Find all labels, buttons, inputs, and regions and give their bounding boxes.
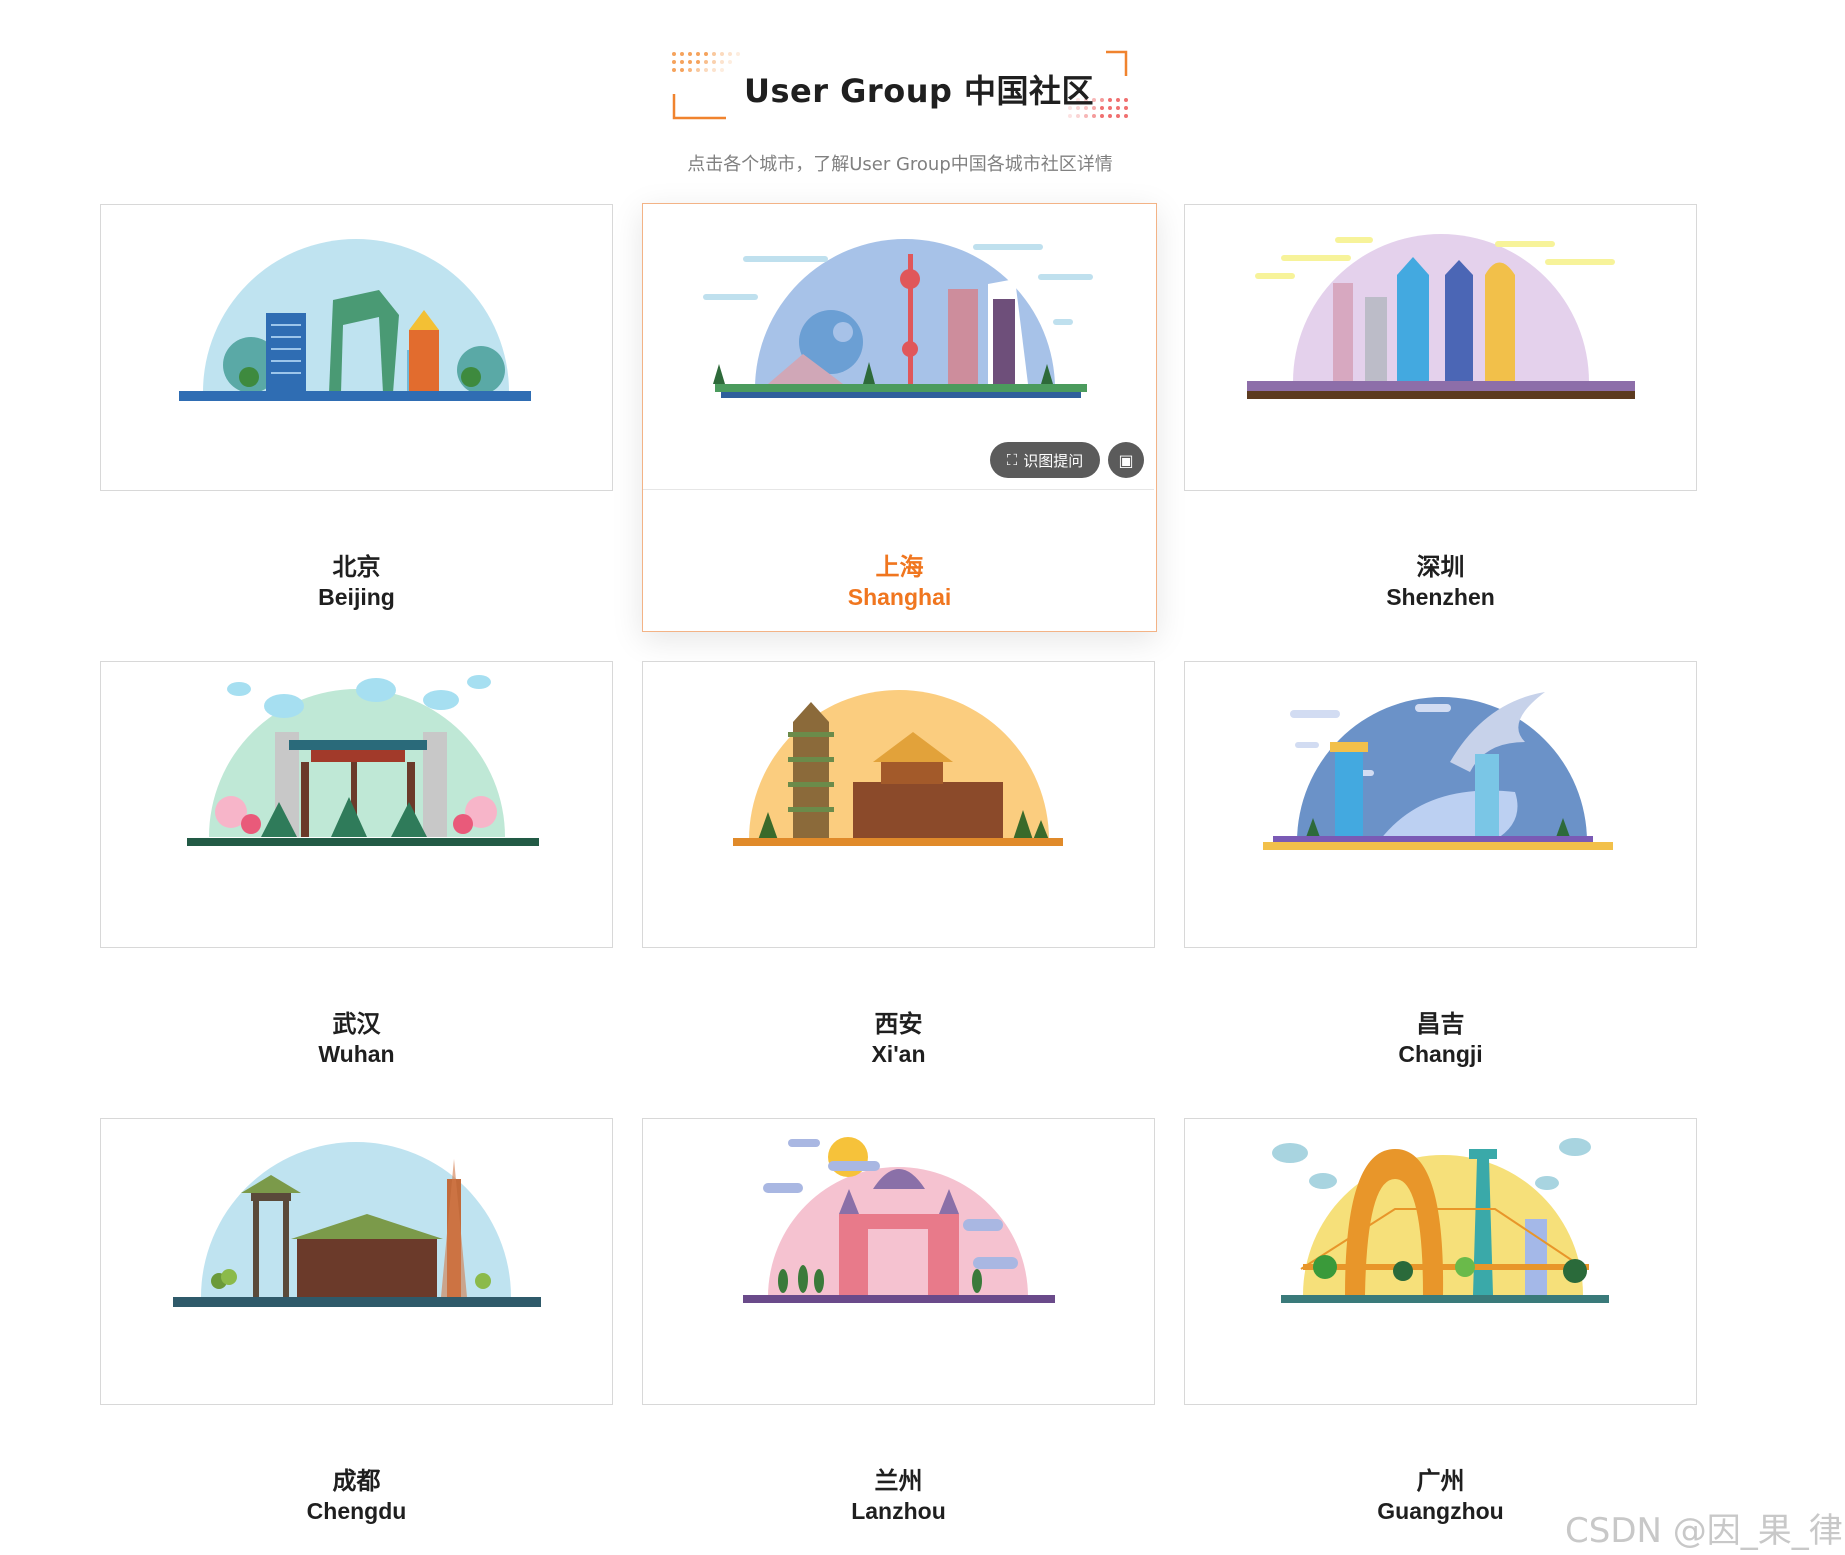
city-card-wuhan[interactable]: 武汉 Wuhan bbox=[100, 661, 613, 1088]
wuhan-skyline-illustration bbox=[100, 661, 613, 948]
city-name-cn: 上海 bbox=[875, 553, 924, 581]
city-name-en: Changji bbox=[1398, 1041, 1483, 1067]
city-name-cn: 西安 bbox=[874, 1010, 923, 1038]
city-card-chengdu[interactable]: 成都 Chengdu bbox=[100, 1118, 613, 1545]
scan-icon: ⛶ bbox=[1006, 451, 1018, 469]
city-name-cn: 广州 bbox=[1416, 1467, 1465, 1495]
chengdu-skyline-illustration bbox=[100, 1118, 613, 1405]
city-name-en: Chengdu bbox=[306, 1498, 407, 1524]
shanghai-skyline-illustration: ⛶ 识图提问 ▣ bbox=[643, 204, 1154, 490]
city-name-en: Beijing bbox=[318, 584, 395, 610]
city-name-en: Shanghai bbox=[847, 584, 952, 610]
image-search-button[interactable]: ▣ bbox=[1108, 442, 1144, 478]
watermark: CSDN @因_果_律 bbox=[1565, 1511, 1843, 1551]
city-name-en: Lanzhou bbox=[851, 1498, 946, 1524]
dot-pattern-left-decoration bbox=[672, 52, 740, 120]
city-name-cn: 深圳 bbox=[1416, 553, 1465, 581]
city-name-en: Wuhan bbox=[318, 1041, 395, 1067]
city-card-beijing[interactable]: 北京 Beijing bbox=[100, 204, 613, 631]
ocr-ask-label: 识图提问 bbox=[1023, 451, 1084, 470]
city-name-cn: 兰州 bbox=[874, 1467, 923, 1495]
city-name-cn: 昌吉 bbox=[1416, 1010, 1465, 1038]
city-name-cn: 北京 bbox=[332, 553, 381, 581]
city-card-lanzhou[interactable]: 兰州 Lanzhou bbox=[642, 1118, 1155, 1545]
ocr-ask-button[interactable]: ⛶ 识图提问 bbox=[990, 442, 1100, 478]
city-card-shanghai[interactable]: ⛶ 识图提问 ▣ 上海 Shanghai bbox=[642, 203, 1157, 632]
city-name-en: Xi'an bbox=[871, 1041, 926, 1067]
city-name-cn: 成都 bbox=[332, 1467, 381, 1495]
lanzhou-skyline-illustration bbox=[642, 1118, 1155, 1405]
page-subtitle: 点击各个城市，了解User Group中国各城市社区详情 bbox=[687, 154, 1113, 175]
city-card-shenzhen[interactable]: 深圳 Shenzhen bbox=[1184, 204, 1697, 631]
guangzhou-skyline-illustration bbox=[1184, 1118, 1697, 1405]
city-name-en: Shenzhen bbox=[1386, 584, 1495, 610]
page-title: User Group 中国社区 bbox=[744, 72, 1095, 110]
city-card-guangzhou[interactable]: 广州 Guangzhou bbox=[1184, 1118, 1697, 1545]
section-header: User Group 中国社区 点击各个城市，了解User Group中国各城市… bbox=[0, 0, 1845, 190]
city-card-changji[interactable]: 昌吉 Changji bbox=[1184, 661, 1697, 1088]
shenzhen-skyline-illustration bbox=[1184, 204, 1697, 491]
beijing-skyline-illustration bbox=[100, 204, 613, 491]
xian-skyline-illustration bbox=[642, 661, 1155, 948]
image-search-icon: ▣ bbox=[1118, 450, 1134, 470]
city-card-xian[interactable]: 西安 Xi'an bbox=[642, 661, 1155, 1088]
changji-skyline-illustration bbox=[1184, 661, 1697, 948]
city-name-cn: 武汉 bbox=[332, 1010, 381, 1038]
